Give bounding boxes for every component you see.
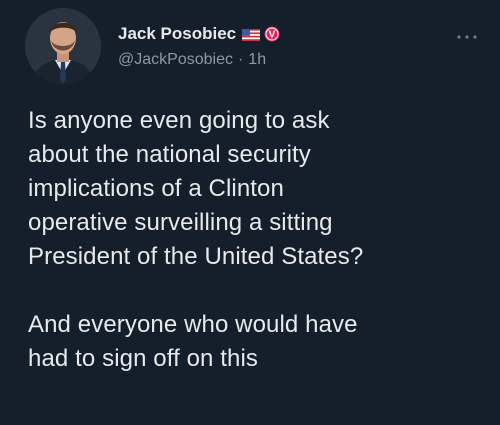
tweet-card: Jack Posobiec V @JackPosobiec · 1h Is an… <box>0 0 500 425</box>
author-handle[interactable]: @JackPosobiec <box>118 51 233 68</box>
svg-text:V: V <box>269 30 276 41</box>
avatar-image <box>25 8 101 84</box>
author-name-row: Jack Posobiec V <box>118 22 280 46</box>
more-options-icon[interactable] <box>456 28 478 39</box>
avatar[interactable] <box>25 8 101 84</box>
separator-dot: · <box>237 51 244 68</box>
tweet-paragraph-1: Is anyone even going to ask about the na… <box>28 107 364 270</box>
tweet-paragraph-2: And everyone who would have had to sign … <box>28 311 358 372</box>
tweet-timestamp[interactable]: 1h <box>248 51 266 68</box>
red-v-badge-icon: V <box>264 26 280 42</box>
tweet-text: Is anyone even going to ask about the na… <box>28 104 478 376</box>
author-handle-row: @JackPosobiec · 1h <box>118 51 266 69</box>
author-display-name[interactable]: Jack Posobiec <box>118 24 236 44</box>
us-flag-icon <box>242 28 261 41</box>
